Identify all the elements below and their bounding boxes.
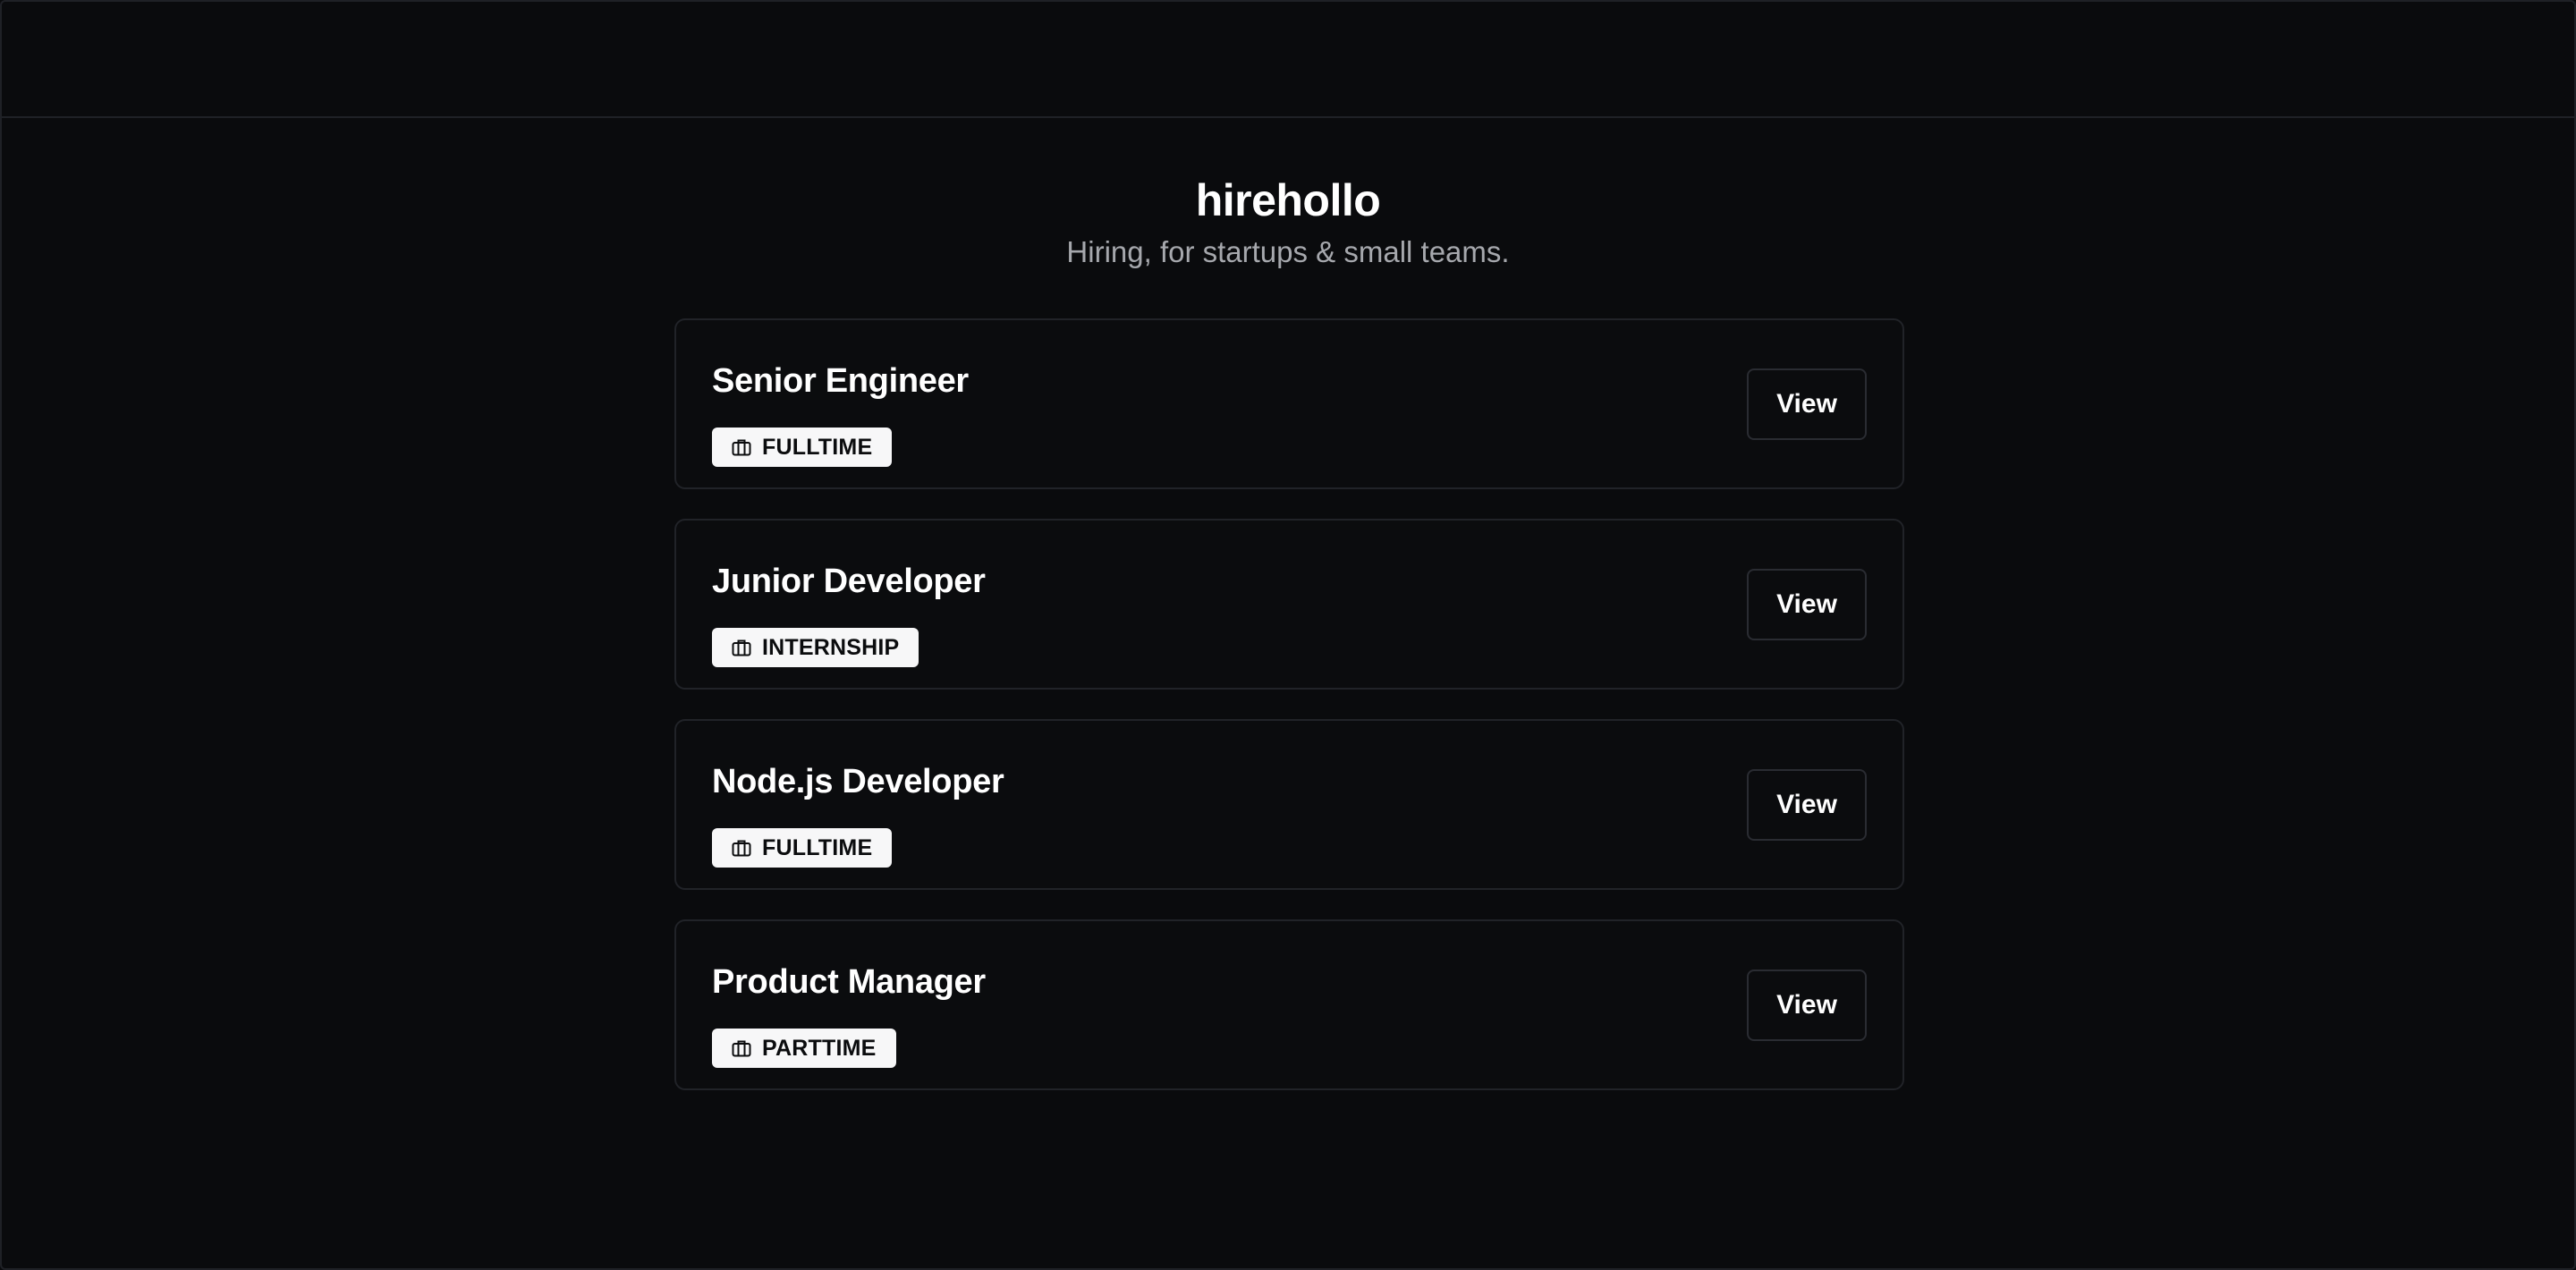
briefcase-icon bbox=[732, 1039, 751, 1057]
job-title: Junior Developer bbox=[712, 563, 986, 600]
job-list: Senior Engineer FULLTIME View Junior Dev… bbox=[674, 318, 1904, 1120]
job-card: Senior Engineer FULLTIME View bbox=[674, 318, 1904, 489]
view-job-button[interactable]: View bbox=[1747, 969, 1867, 1041]
job-card: Node.js Developer FULLTIME View bbox=[674, 719, 1904, 890]
job-title: Node.js Developer bbox=[712, 763, 1004, 800]
app-window: hirehollo Hiring, for startups & small t… bbox=[0, 0, 2576, 1270]
view-job-button[interactable]: View bbox=[1747, 569, 1867, 640]
hero-header: hirehollo Hiring, for startups & small t… bbox=[2, 172, 2574, 274]
job-card: Product Manager PARTTIME View bbox=[674, 919, 1904, 1090]
job-type-badge: INTERNSHIP bbox=[712, 628, 919, 667]
briefcase-icon bbox=[732, 639, 751, 656]
briefcase-icon bbox=[732, 438, 751, 456]
brand-tagline: Hiring, for startups & small teams. bbox=[1066, 235, 1510, 268]
view-job-button[interactable]: View bbox=[1747, 769, 1867, 841]
job-type-badge: FULLTIME bbox=[712, 828, 893, 868]
top-navbar bbox=[2, 2, 2574, 118]
view-job-button[interactable]: View bbox=[1747, 368, 1867, 440]
briefcase-icon bbox=[732, 839, 751, 857]
job-type-label: FULLTIME bbox=[762, 834, 873, 860]
job-title: Product Manager bbox=[712, 963, 986, 1001]
job-type-badge: PARTTIME bbox=[712, 1029, 896, 1068]
job-type-badge: FULLTIME bbox=[712, 428, 893, 467]
job-type-label: PARTTIME bbox=[762, 1035, 877, 1061]
brand-title: hirehollo bbox=[1195, 175, 1381, 225]
job-card: Junior Developer INTERNSHIP View bbox=[674, 519, 1904, 690]
job-type-label: INTERNSHIP bbox=[762, 634, 900, 660]
job-title: Senior Engineer bbox=[712, 362, 969, 400]
job-type-label: FULLTIME bbox=[762, 434, 873, 460]
